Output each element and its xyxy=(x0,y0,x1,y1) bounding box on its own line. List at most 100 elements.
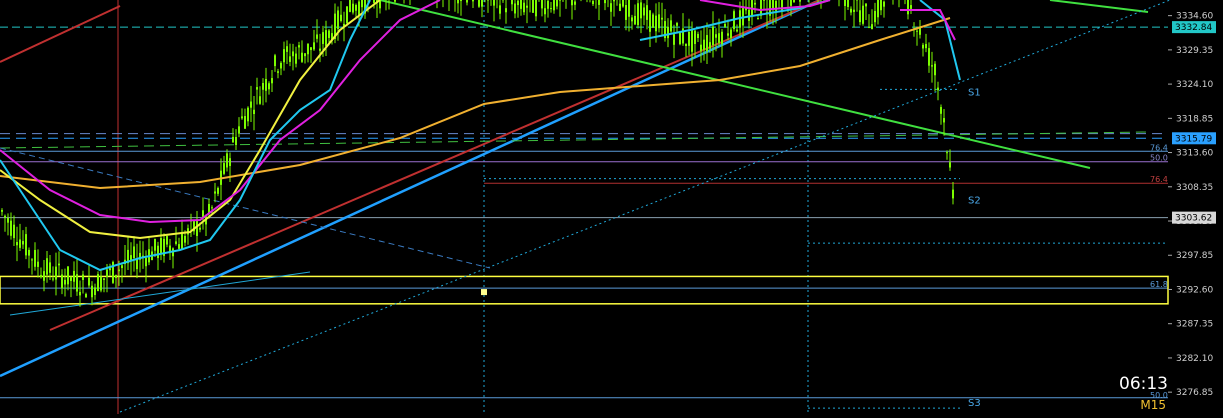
candle-body xyxy=(748,10,750,21)
candle-body xyxy=(874,11,876,22)
candle-body xyxy=(619,4,621,11)
candle-body xyxy=(466,0,468,3)
candle-body xyxy=(352,4,354,13)
current-bid-tag-label: 3303.62 xyxy=(1175,214,1212,224)
candle-body xyxy=(649,10,651,31)
zone-anchor-marker xyxy=(481,289,487,295)
candle-body xyxy=(25,234,27,255)
candle-body xyxy=(937,88,939,91)
candle-body xyxy=(373,0,375,3)
candle-body xyxy=(292,51,294,56)
candle-body xyxy=(271,78,273,83)
candle-body xyxy=(793,0,795,2)
candle-body xyxy=(943,118,945,122)
candle-body xyxy=(166,236,168,244)
candle-body xyxy=(715,34,717,37)
candle-body xyxy=(514,3,516,13)
candle-body xyxy=(319,49,321,51)
candle-body xyxy=(727,33,729,35)
candle-body xyxy=(628,0,630,17)
candle-body xyxy=(679,33,681,45)
server-clock: 06:13 xyxy=(1119,374,1168,394)
pivot-label-s2: S2 xyxy=(968,196,981,207)
candle-body xyxy=(604,0,606,3)
y-tick-label: 3292.60 xyxy=(1176,285,1213,295)
candle-body xyxy=(622,0,624,7)
candle-body xyxy=(247,108,249,122)
candle-body xyxy=(481,0,483,7)
y-tick-label: 3276.85 xyxy=(1176,388,1213,398)
candle-body xyxy=(244,116,246,129)
candle-body xyxy=(325,30,327,46)
candle-body xyxy=(631,17,633,21)
candle-body xyxy=(862,6,864,24)
candle-body xyxy=(229,158,231,166)
candle-body xyxy=(61,274,63,288)
candle-body xyxy=(181,234,183,250)
candle-body xyxy=(118,270,120,272)
candle-body xyxy=(517,1,519,5)
candle-body xyxy=(256,87,258,90)
candle-body xyxy=(697,34,699,38)
supply-demand-zone xyxy=(0,276,1168,303)
candle-body xyxy=(931,65,933,66)
candle-body xyxy=(625,5,627,20)
candle-body xyxy=(721,32,723,44)
candle-body xyxy=(646,5,648,20)
candle-body xyxy=(22,241,24,244)
candle-body xyxy=(136,260,138,270)
candle-body xyxy=(286,46,288,52)
candle-body xyxy=(265,79,267,91)
candle-body xyxy=(67,266,69,284)
price-chart[interactable]: 3334.603329.353324.103318.853313.603308.… xyxy=(0,0,1223,414)
candle-body xyxy=(703,40,705,50)
candle-body xyxy=(550,8,552,9)
candle-body xyxy=(547,1,549,9)
candle-body xyxy=(541,0,543,8)
candle-body xyxy=(634,16,636,25)
candle-body xyxy=(82,274,84,279)
candle-body xyxy=(79,292,81,295)
candle-body xyxy=(718,33,720,43)
candle-body xyxy=(559,0,561,1)
ma-gold xyxy=(0,18,950,188)
candle-body xyxy=(511,0,513,4)
candle-body xyxy=(214,191,216,193)
candle-body xyxy=(553,0,555,10)
candle-body xyxy=(298,45,300,47)
candle-body xyxy=(235,137,237,145)
candle-body xyxy=(283,49,285,62)
candle-body xyxy=(361,0,363,7)
candle-body xyxy=(925,44,927,48)
candle-body xyxy=(613,0,615,1)
candle-body xyxy=(13,225,15,238)
candle-body xyxy=(4,216,6,218)
candle-body xyxy=(277,71,279,73)
candle-body xyxy=(97,274,99,291)
candle-body xyxy=(652,14,654,27)
candle-body xyxy=(853,10,855,12)
y-tick-label: 3297.85 xyxy=(1176,251,1213,261)
candle-body xyxy=(949,162,951,167)
candle-body xyxy=(52,279,54,280)
candle-body xyxy=(757,18,759,19)
candle-body xyxy=(106,270,108,277)
candle-body xyxy=(940,107,942,114)
candle-body xyxy=(544,8,546,14)
candle-body xyxy=(688,32,690,46)
candle-body xyxy=(676,23,678,26)
candle-body xyxy=(880,0,882,10)
candle-body xyxy=(478,0,480,7)
candle-body xyxy=(346,6,348,23)
candle-body xyxy=(868,27,870,28)
candle-body xyxy=(946,152,948,153)
candle-body xyxy=(667,27,669,38)
candle-body xyxy=(313,42,315,49)
candle-body xyxy=(262,83,264,90)
candle-body xyxy=(73,271,75,282)
candle-body xyxy=(643,7,645,15)
candle-body xyxy=(223,163,225,174)
candle-body xyxy=(736,30,738,32)
chart-canvas[interactable]: 3334.603329.353324.103318.853313.603308.… xyxy=(0,0,1223,414)
candle-body xyxy=(55,267,57,280)
